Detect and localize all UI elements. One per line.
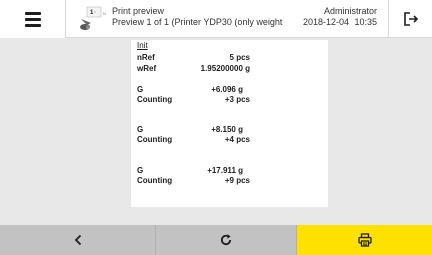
time-display: 10:35 (354, 17, 377, 27)
back-button[interactable] (0, 225, 156, 255)
menu-button[interactable] (0, 0, 66, 38)
preview-heading: Init (137, 41, 148, 50)
user-name: Administrator (323, 6, 377, 16)
date-display: 2018-12-04 (302, 17, 349, 27)
refresh-icon (220, 234, 232, 246)
footer-bar (0, 225, 432, 255)
hamburger-menu-icon (24, 11, 41, 15)
balance-scale-icon: 1 I/ N (80, 6, 106, 30)
counting-row: Counting +9 pcs (137, 176, 250, 185)
print-preview-paper: Init nRef 5 pcs wRef 1.95200000 g G +6.0… (131, 40, 328, 207)
page-subtitle: Preview 1 of 1 (Printer YDP30 (only weig… (112, 17, 283, 27)
printer-icon (357, 233, 372, 247)
page-title: Print preview (112, 6, 165, 16)
counting-row: Counting +4 pcs (137, 135, 250, 144)
gross-weight-row: G +17.911 g (137, 166, 243, 175)
gross-weight-row: G +8.150 g (137, 125, 243, 134)
nref-row: nRef 5 pcs (137, 53, 250, 62)
wref-row: wRef 1.95200000 g (137, 64, 250, 73)
refresh-button[interactable] (156, 225, 297, 255)
svg-text:I/: I/ (94, 10, 96, 14)
logout-button[interactable] (388, 0, 432, 38)
logout-icon (403, 12, 418, 26)
header-bar: 1 I/ N Print preview Preview 1 of 1 (Pri… (0, 0, 432, 38)
counting-row: Counting +3 pcs (137, 95, 250, 104)
chevron-left-icon (74, 234, 81, 246)
print-button[interactable] (297, 225, 432, 255)
gross-weight-row: G +6.096 g (137, 85, 243, 94)
svg-text:N: N (103, 11, 106, 16)
